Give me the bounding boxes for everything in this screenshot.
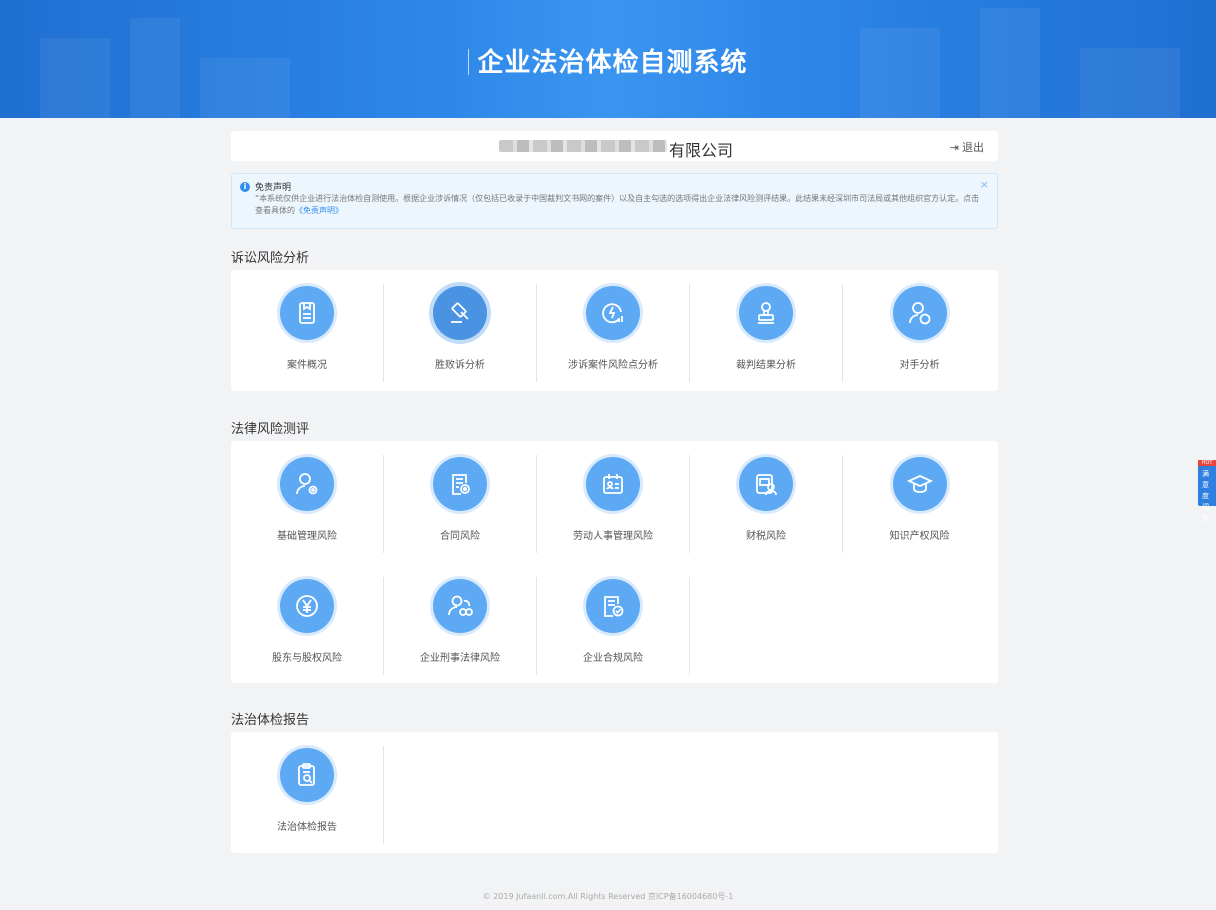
module-criminal-risk[interactable]: 企业刑事法律风险 — [384, 577, 537, 675]
notice-text: “本系统仅供企业进行法治体检自测使用。根据企业涉诉情况（仅包括已收录于中国裁判文… — [255, 194, 980, 215]
litigation-card: 案件概况 胜败诉分析 涉诉案件风险点分析 裁判结果分析 对手分析 — [231, 270, 998, 391]
module-contract-risk[interactable]: 合同风险 — [384, 455, 537, 553]
survey-side-tab[interactable]: HOT 满意度调查 — [1198, 460, 1216, 522]
module-compliance-risk[interactable]: 企业合规风险 — [537, 577, 690, 675]
report-search-icon — [280, 748, 334, 802]
section-title-litigation: 诉讼风险分析 — [231, 251, 310, 266]
document-icon — [280, 286, 334, 340]
module-ip-risk[interactable]: 知识产权风险 — [843, 455, 996, 553]
disclaimer-notice: i 免责声明 “本系统仅供企业进行法治体检自测使用。根据企业涉诉情况（仅包括已收… — [231, 173, 998, 229]
risk-chart-icon — [586, 286, 640, 340]
logout-icon: ⇥ — [949, 141, 959, 154]
module-opponent-analysis[interactable]: 对手分析 — [843, 284, 996, 382]
yen-icon — [280, 579, 334, 633]
module-basic-management-risk[interactable]: 基础管理风险 — [231, 455, 384, 553]
logout-button[interactable]: ⇥ 退出 — [950, 139, 984, 155]
app-title: 企业法治体检自测系统 — [0, 42, 1216, 79]
user-gear-icon — [280, 457, 334, 511]
gavel-icon — [433, 286, 487, 340]
module-case-overview[interactable]: 案件概况 — [231, 284, 384, 382]
handcuff-user-icon — [433, 579, 487, 633]
company-name: 有限公司 — [669, 141, 734, 160]
notice-title: 免责声明 — [255, 183, 292, 193]
disclaimer-link[interactable]: 《免责声明》 — [295, 206, 343, 215]
info-icon: i — [240, 182, 250, 192]
section-title-report: 法治体检报告 — [231, 713, 310, 728]
contract-icon — [433, 457, 487, 511]
module-tax-risk[interactable]: 财税风险 — [690, 455, 843, 553]
tax-icon — [739, 457, 793, 511]
module-judgment-analysis[interactable]: 裁判结果分析 — [690, 284, 843, 382]
module-shareholder-risk[interactable]: 股东与股权风险 — [231, 577, 384, 675]
hot-badge: HOT — [1198, 460, 1216, 466]
seal-stamp-icon — [739, 286, 793, 340]
survey-label: 满意度调查 — [1202, 470, 1209, 522]
module-hr-risk[interactable]: 劳动人事管理风险 — [537, 455, 690, 553]
section-title-legal-risk: 法律风险测评 — [231, 422, 310, 437]
compliance-doc-icon — [586, 579, 640, 633]
module-risk-point-analysis[interactable]: 涉诉案件风险点分析 — [537, 284, 690, 382]
graduation-cap-icon — [892, 457, 947, 511]
company-bar: 有限公司 ⇥ 退出 — [231, 131, 998, 161]
header-banner: 企业法治体检自测系统 — [0, 0, 1216, 118]
user-vs-icon — [892, 286, 947, 340]
close-icon[interactable]: × — [980, 178, 989, 191]
module-health-report[interactable]: 法治体检报告 — [231, 746, 384, 844]
footer-copyright: © 2019 Jufaanli.com.All Rights Reserved … — [482, 892, 734, 901]
company-name-redacted — [499, 140, 667, 152]
calendar-card-icon — [586, 457, 640, 511]
report-card: 法治体检报告 — [231, 732, 998, 853]
legal-risk-card: 基础管理风险 合同风险 劳动人事管理风险 财税风险 知识产权风险 股东与股权风险 — [231, 441, 998, 683]
module-win-loss-analysis[interactable]: 胜败诉分析 — [384, 284, 537, 382]
